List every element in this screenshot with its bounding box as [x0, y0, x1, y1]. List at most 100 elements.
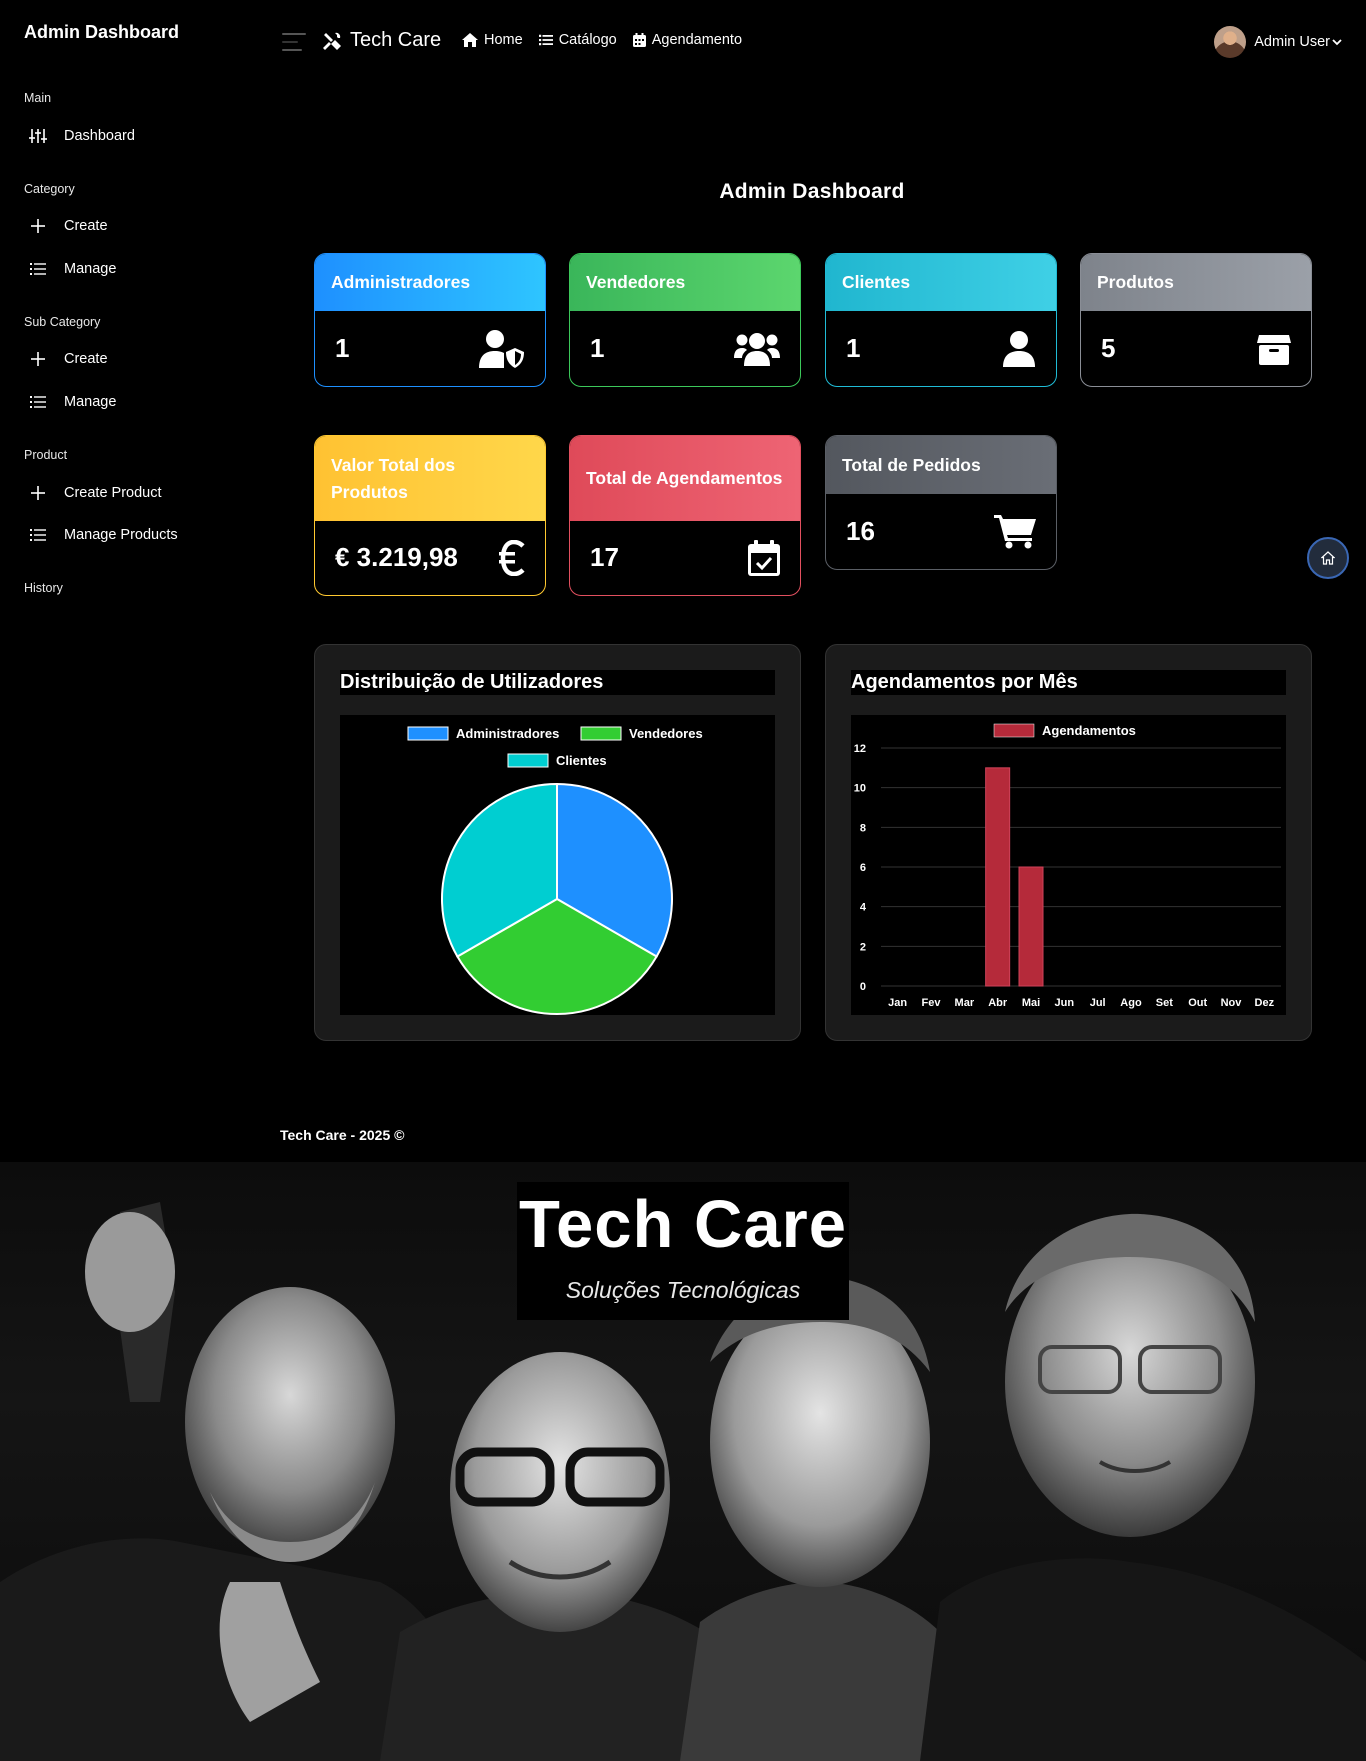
- euro-icon: [499, 539, 525, 576]
- card-label: Total de Pedidos: [826, 436, 1056, 494]
- sidebar-item-category-manage[interactable]: Manage: [24, 254, 116, 284]
- sidebar-brand: Admin Dashboard: [24, 22, 180, 42]
- stat-card-clientes: Clientes 1: [825, 253, 1057, 387]
- sliders-icon: [24, 127, 52, 145]
- x-tick-label: Nov: [1221, 997, 1243, 1009]
- user-menu[interactable]: Admin User: [1214, 26, 1342, 58]
- card-value: 1: [335, 333, 350, 363]
- bar-chart-area: Agendamentos 0 2 4 6 8 10 12 Jan Fev Mar Abr Mai Jun J…: [851, 715, 1286, 1015]
- sidebar-item-label: Manage Products: [64, 527, 178, 543]
- x-tick-label: Dez: [1255, 997, 1275, 1009]
- home-icon: [462, 33, 478, 47]
- card-label: Administradores: [315, 254, 545, 311]
- y-tick-label: 2: [860, 941, 866, 953]
- nav-catalogo-label: Catálogo: [558, 32, 617, 48]
- users-icon: [734, 332, 780, 366]
- stat-card-vendedores: Vendedores 1: [569, 253, 801, 387]
- card-label: Clientes: [826, 254, 1056, 311]
- sidebar-section-category: Category: [24, 182, 75, 196]
- x-tick-label: Jun: [1055, 997, 1075, 1009]
- pie-chart: Administradores Vendedores Clientes: [407, 726, 703, 1015]
- techcare-brand-link[interactable]: Tech Care: [322, 29, 441, 52]
- sidebar-item-label: Create: [64, 218, 108, 234]
- legend-label: Vendedores: [629, 726, 703, 741]
- nav-agendamento-label: Agendamento: [651, 32, 743, 48]
- sidebar-item-label: Dashboard: [64, 128, 135, 144]
- floating-home-button[interactable]: [1307, 537, 1349, 579]
- legend-swatch: [993, 723, 1035, 738]
- pie-chart-area: Administradores Vendedores Clientes: [340, 715, 775, 1015]
- card-value: € 3.219,98: [335, 542, 458, 572]
- hero-banner-image: Tech Care Soluções Tecnológicas: [0, 1162, 1366, 1761]
- box-icon: [1257, 333, 1291, 365]
- nav-home-label: Home: [484, 32, 523, 48]
- calendar-icon: [632, 33, 646, 47]
- sidebar-item-category-create[interactable]: Create: [24, 211, 108, 241]
- avatar: [1214, 26, 1247, 58]
- legend-swatch: [507, 753, 549, 768]
- bar-chart-title: Agendamentos por Mês: [851, 670, 1286, 695]
- nav-catalogo-link[interactable]: Catálogo: [538, 32, 617, 48]
- x-tick-label: Set: [1156, 997, 1173, 1009]
- x-tick-label: Mai: [1022, 997, 1040, 1009]
- sidebar-item-subcategory-manage[interactable]: Manage: [24, 387, 116, 417]
- card-value: 1: [590, 333, 605, 363]
- y-tick-label: 4: [860, 902, 867, 914]
- sidebar-item-label: Create: [64, 351, 108, 367]
- nav-agendamento-link[interactable]: Agendamento: [632, 32, 743, 48]
- bar: [985, 767, 1011, 987]
- x-tick-label: Abr: [988, 997, 1008, 1009]
- y-tick-label: 12: [854, 743, 866, 755]
- user-name: Admin User: [1254, 34, 1330, 50]
- nav-home-link[interactable]: Home: [462, 32, 523, 48]
- sidebar-item-subcategory-create[interactable]: Create: [24, 344, 108, 374]
- card-label: Produtos: [1081, 254, 1311, 311]
- card-value: 16: [846, 515, 875, 546]
- stat-card-administradores: Administradores 1: [314, 253, 546, 387]
- x-tick-label: Jul: [1090, 997, 1106, 1009]
- calendar-check-icon: [748, 539, 780, 576]
- legend-label: Administradores: [456, 726, 559, 741]
- y-tick-label: 0: [860, 981, 866, 993]
- page-title: Admin Dashboard: [719, 180, 905, 203]
- user-icon: [1002, 330, 1036, 367]
- user-shield-icon: [479, 329, 525, 368]
- card-label: Valor Total dos Produtos: [315, 436, 545, 521]
- pie-chart-panel: Distribuição de Utilizadores Administrad…: [314, 644, 801, 1041]
- tools-icon: [322, 31, 342, 51]
- top-nav: Home Catálogo Agendamento: [462, 32, 758, 48]
- y-tick-label: 8: [860, 822, 866, 834]
- sidebar-section-product: Product: [24, 448, 68, 462]
- list-icon: [24, 393, 52, 411]
- sidebar-section-history[interactable]: History: [24, 581, 63, 595]
- hero-title-box: Tech Care Soluções Tecnológicas: [517, 1182, 849, 1320]
- sidebar-section-main: Main: [24, 91, 52, 105]
- x-tick-label: Out: [1188, 997, 1207, 1009]
- card-value: 1: [846, 333, 861, 363]
- sidebar-item-manage-products[interactable]: Manage Products: [24, 520, 178, 550]
- menu-toggle-button[interactable]: [282, 31, 306, 53]
- x-tick-label: Fev: [922, 997, 942, 1009]
- plus-icon: [24, 484, 52, 502]
- stat-card-total-agendamentos: Total de Agendamentos 17: [569, 435, 801, 596]
- bar-chart: Agendamentos 0 2 4 6 8 10 12 Jan Fev Mar Abr Mai Jun J…: [854, 723, 1281, 1009]
- sidebar-item-create-product[interactable]: Create Product: [24, 478, 162, 508]
- card-value: 17: [590, 542, 619, 572]
- legend-label: Clientes: [556, 753, 607, 768]
- plus-icon: [24, 217, 52, 235]
- sidebar-item-dashboard[interactable]: Dashboard: [24, 121, 135, 151]
- card-label: Total de Agendamentos: [570, 436, 800, 521]
- stat-card-produtos: Produtos 5: [1080, 253, 1312, 387]
- footer-copyright: Tech Care - 2025 ©: [280, 1127, 405, 1143]
- list-icon: [24, 260, 52, 278]
- card-value: 5: [1101, 333, 1116, 363]
- sidebar-section-subcategory: Sub Category: [24, 315, 101, 329]
- pie-chart-title: Distribuição de Utilizadores: [340, 670, 775, 695]
- legend-label: Agendamentos: [1042, 723, 1136, 738]
- legend-swatch: [407, 726, 449, 741]
- x-tick-label: Ago: [1120, 997, 1142, 1009]
- list-icon: [538, 34, 553, 46]
- list-icon: [24, 526, 52, 544]
- card-label: Vendedores: [570, 254, 800, 311]
- stat-card-total-pedidos: Total de Pedidos 16: [825, 435, 1057, 570]
